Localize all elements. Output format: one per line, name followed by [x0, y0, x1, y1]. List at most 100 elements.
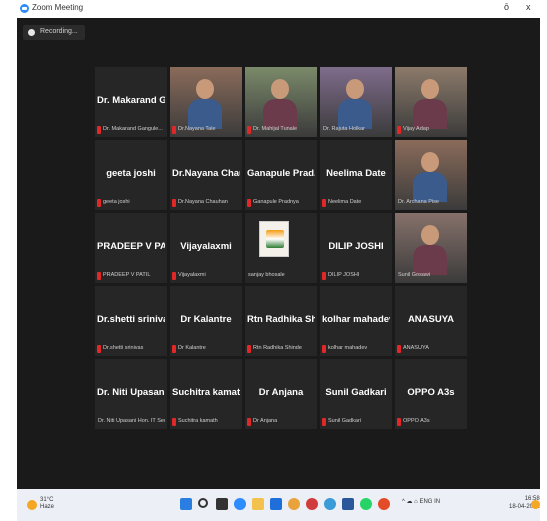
participant-tile[interactable]: ANASUYA ANASUYA — [395, 286, 467, 356]
participant-tile[interactable]: Suchitra kamath Suchitra kamath — [170, 359, 242, 429]
participant-name-bar: Ganapule Pradnya — [247, 198, 315, 208]
mic-muted-icon — [172, 199, 176, 207]
minimize-button[interactable]: ō — [504, 2, 509, 12]
participant-name: sanjay bhosale — [248, 272, 285, 278]
participant-name-bar: OPPO A3s — [397, 417, 465, 427]
weather-widget[interactable]: 31°C Haze — [40, 497, 54, 511]
participant-tile[interactable]: Dr Anjana Dr Anjana — [245, 359, 317, 429]
mic-muted-icon — [247, 345, 251, 353]
participant-name-bar: Rtn Radhika Shinde — [247, 344, 315, 354]
participant-display-name: geeta joshi — [106, 168, 156, 179]
participant-name-bar: Dr Kalantre — [172, 344, 240, 354]
participant-tile[interactable]: Rtn Radhika Shi... Rtn Radhika Shinde — [245, 286, 317, 356]
zoom-taskbar-icon[interactable] — [234, 498, 246, 510]
start-icon[interactable] — [180, 498, 192, 510]
mic-muted-icon — [322, 272, 326, 280]
app-icon-red[interactable] — [306, 498, 318, 510]
participant-display-name: OPPO A3s — [407, 387, 455, 398]
file-explorer-icon[interactable] — [252, 498, 264, 510]
person-head — [196, 79, 214, 99]
mic-muted-icon — [397, 345, 401, 353]
search-icon[interactable] — [198, 498, 208, 508]
app-icon-orange-2[interactable] — [378, 498, 390, 510]
participant-name-bar: Dr. Archana Pise — [397, 198, 465, 208]
participant-display-name: Neelima Date — [326, 168, 386, 179]
participant-name: OPPO A3s — [403, 418, 430, 424]
participant-tile[interactable]: Sunil Gosawi — [395, 213, 467, 283]
participant-display-name: Dr. Niti Upasani... — [97, 387, 165, 398]
participant-tile[interactable]: OPPO A3s OPPO A3s — [395, 359, 467, 429]
participant-name: Dr. Niti Upasani Hon. IT Secr... — [98, 418, 165, 424]
whatsapp-icon[interactable] — [360, 498, 372, 510]
participant-name: Dr. Rajuta Holkar — [323, 126, 365, 132]
participant-display-name: Dr. Makarand G... — [97, 95, 165, 106]
participant-name-bar: Vijay Adap — [397, 125, 465, 135]
participant-tile[interactable]: Dr.shetti srinivas Dr.shetti srinivas — [95, 286, 167, 356]
zoom-meeting-window: Zoom Meeting ō x Recording... Dr. Makara… — [17, 0, 540, 489]
participant-name: Dr.Nayana Chauhan — [178, 199, 228, 205]
participant-tile[interactable]: sanjay bhosale — [245, 213, 317, 283]
participant-tile[interactable]: Dr. Niti Upasani... Dr. Niti Upasani Hon.… — [95, 359, 167, 429]
participant-name-bar: Dr. Niti Upasani Hon. IT Secr... — [97, 417, 165, 427]
participant-name-bar: kolhar mahadev — [322, 344, 390, 354]
participant-tile[interactable]: Vijay Adap — [395, 67, 467, 137]
participant-tile[interactable]: Dr. Archana Pise — [395, 140, 467, 210]
participant-tile[interactable]: Dr.Nayana Chau... Dr.Nayana Chauhan — [170, 140, 242, 210]
participant-tile[interactable]: Dr. Makarand G... Dr. Makarand Gangule... — [95, 67, 167, 137]
chrome-icon[interactable] — [324, 498, 336, 510]
participant-name-bar: Sunil Gadkari — [322, 417, 390, 427]
notification-icon[interactable] — [531, 500, 540, 509]
participant-tile[interactable]: Dr.Nayana Tale — [170, 67, 242, 137]
participant-tile[interactable]: PRADEEP V PATIL PRADEEP V PATIL — [95, 213, 167, 283]
app-icon-orange[interactable] — [288, 498, 300, 510]
task-view-icon[interactable] — [216, 498, 228, 510]
participant-name-bar: sanjay bhosale — [247, 271, 315, 281]
participant-name: geeta joshi — [103, 199, 130, 205]
participant-tile[interactable]: Dr. Rajuta Holkar — [320, 67, 392, 137]
participant-display-name: Dr Kalantre — [180, 314, 232, 325]
participant-name-bar: Dr.shetti srinivas — [97, 344, 165, 354]
weather-sun-icon[interactable] — [27, 500, 37, 510]
participant-name: DILIP JOSHI — [328, 272, 360, 278]
participant-display-name: Suchitra kamath — [172, 387, 240, 398]
participant-name-bar: Dr.Nayana Tale — [172, 125, 240, 135]
edge-icon[interactable] — [270, 498, 282, 510]
mic-muted-icon — [97, 345, 101, 353]
close-button[interactable]: x — [526, 2, 531, 12]
word-icon[interactable] — [342, 498, 354, 510]
mic-muted-icon — [247, 199, 251, 207]
zoom-app-icon — [20, 4, 29, 13]
participant-tile[interactable]: Neelima Date Neelima Date — [320, 140, 392, 210]
participant-tile[interactable]: Dr Kalantre Dr Kalantre — [170, 286, 242, 356]
weather-temp: 31°C — [40, 497, 54, 503]
participant-tile[interactable]: Ganapule Prad... Ganapule Pradnya — [245, 140, 317, 210]
mic-muted-icon — [172, 418, 176, 426]
participant-name-bar: DILIP JOSHI — [322, 271, 390, 281]
recording-indicator[interactable]: Recording... — [23, 25, 85, 40]
participant-tile[interactable]: Vijayalaxmi Vijayalaxmi — [170, 213, 242, 283]
participant-tile[interactable]: Sunil Gadkari Sunil Gadkari — [320, 359, 392, 429]
participant-name: Dr.Nayana Tale — [178, 126, 216, 132]
participant-name: kolhar mahadev — [328, 345, 368, 351]
participant-name-bar: Dr. Makarand Gangule... — [97, 125, 165, 135]
mic-muted-icon — [322, 418, 326, 426]
mic-muted-icon — [97, 199, 101, 207]
participant-name: Ganapule Pradnya — [253, 199, 299, 205]
system-tray[interactable]: ^ ☁ ⌂ ENG IN — [402, 498, 440, 505]
participant-tile[interactable]: DILIP JOSHI DILIP JOSHI — [320, 213, 392, 283]
mic-muted-icon — [247, 418, 251, 426]
mic-muted-icon — [397, 418, 401, 426]
weather-desc: Haze — [40, 504, 55, 510]
person-head — [346, 79, 364, 99]
participant-name: Vijayalaxmi — [178, 272, 206, 278]
person-head — [421, 225, 439, 245]
participant-name-bar: PRADEEP V PATIL — [97, 271, 165, 281]
participant-display-name: Rtn Radhika Shi... — [247, 314, 315, 325]
participant-tile[interactable]: Dr. Mahijal Tunale — [245, 67, 317, 137]
mic-muted-icon — [97, 126, 101, 134]
participant-tile[interactable]: geeta joshi geeta joshi — [95, 140, 167, 210]
participant-tile[interactable]: kolhar mahadev kolhar mahadev — [320, 286, 392, 356]
participant-display-name: PRADEEP V PATIL — [97, 241, 165, 252]
profile-picture — [259, 221, 289, 257]
participant-name: Neelima Date — [328, 199, 362, 205]
